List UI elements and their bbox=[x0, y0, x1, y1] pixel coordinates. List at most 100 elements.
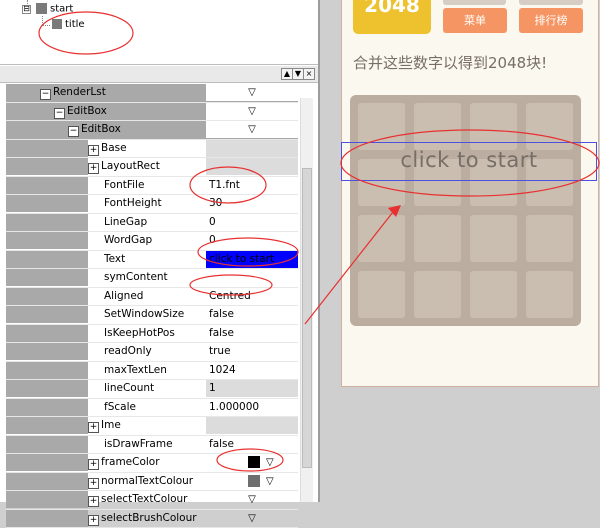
property-row[interactable]: symContent bbox=[6, 269, 298, 288]
property-value[interactable]: ▽ bbox=[206, 121, 298, 138]
expand-icon[interactable]: + bbox=[88, 459, 99, 470]
board-cell bbox=[414, 271, 461, 318]
property-name: symContent bbox=[104, 269, 168, 286]
property-label: EditBox bbox=[81, 123, 121, 135]
dropdown-icon[interactable]: ▽ bbox=[248, 106, 256, 117]
property-row[interactable]: WordGap0 bbox=[6, 232, 298, 251]
property-row[interactable]: LineGap 0 bbox=[6, 214, 298, 233]
property-row[interactable]: −EditBox ▽ bbox=[6, 121, 298, 140]
property-label: fScale bbox=[104, 401, 136, 413]
close-button[interactable]: × bbox=[303, 68, 315, 80]
property-value[interactable]: T1.fnt bbox=[206, 177, 298, 194]
property-row[interactable]: +selectTextColour ▽ bbox=[6, 491, 298, 510]
property-row[interactable]: +Base bbox=[6, 140, 298, 159]
property-row[interactable]: Textclick to start bbox=[6, 251, 298, 270]
board-cell bbox=[526, 271, 573, 318]
collapse-icon[interactable]: − bbox=[54, 108, 65, 119]
property-row[interactable]: FontHeight30 bbox=[6, 195, 298, 214]
property-value[interactable]: 0 bbox=[206, 214, 298, 231]
expand-icon[interactable]: + bbox=[88, 515, 99, 526]
color-swatch[interactable] bbox=[248, 475, 260, 487]
property-name: Aligned bbox=[104, 288, 143, 305]
tree-node-title[interactable]: title bbox=[52, 19, 85, 31]
collapse-icon[interactable]: − bbox=[68, 126, 79, 137]
property-value[interactable]: true bbox=[206, 343, 298, 360]
dropdown-icon[interactable]: ▽ bbox=[266, 457, 274, 468]
property-row[interactable]: −RenderLst ▽ bbox=[6, 84, 298, 103]
row-indent bbox=[6, 177, 88, 194]
property-value[interactable]: 30 bbox=[206, 195, 298, 212]
property-name: LineGap bbox=[104, 214, 147, 231]
property-row[interactable]: +frameColor ▽ bbox=[6, 454, 298, 473]
property-name: +LayoutRect bbox=[88, 158, 160, 175]
collapse-icon[interactable]: ⊟ bbox=[22, 5, 31, 14]
property-value[interactable]: ▽ bbox=[206, 84, 298, 101]
property-row[interactable]: −EditBox ▽ bbox=[6, 103, 298, 122]
property-value[interactable] bbox=[206, 417, 298, 434]
score-tile: 2048 bbox=[353, 0, 431, 34]
property-value[interactable] bbox=[206, 140, 298, 157]
color-swatch[interactable] bbox=[248, 456, 260, 468]
dropdown-icon[interactable]: ▽ bbox=[248, 87, 256, 98]
property-value[interactable]: false bbox=[206, 306, 298, 323]
property-row[interactable]: +normalTextColour▽ bbox=[6, 473, 298, 492]
property-label: frameColor bbox=[101, 456, 160, 468]
property-row[interactable]: +selectBrushColour ▽ bbox=[6, 510, 298, 528]
property-name: FontFile bbox=[104, 177, 144, 194]
game-subtitle: 合并这些数字以得到2048块! bbox=[353, 52, 547, 73]
expand-icon[interactable]: + bbox=[88, 478, 99, 489]
property-row[interactable]: lineCount1 bbox=[6, 380, 298, 399]
game-board[interactable] bbox=[350, 95, 581, 326]
property-label: EditBox bbox=[67, 105, 107, 117]
dropdown-icon[interactable]: ▽ bbox=[248, 513, 256, 524]
tree-node-start[interactable]: start bbox=[36, 3, 73, 16]
property-scrollbar[interactable] bbox=[300, 98, 313, 502]
property-value[interactable] bbox=[206, 158, 298, 175]
property-label: Aligned bbox=[104, 290, 143, 302]
property-value[interactable]: Centred bbox=[206, 288, 298, 305]
property-value[interactable]: 0 bbox=[206, 232, 298, 249]
property-name: +selectTextColour bbox=[88, 491, 188, 508]
property-value[interactable]: 1024 bbox=[206, 362, 298, 379]
dropdown-icon[interactable]: ▽ bbox=[266, 476, 274, 487]
property-name: +Base bbox=[88, 140, 127, 157]
property-row[interactable]: fScale 1.000000 bbox=[6, 399, 298, 418]
property-value[interactable]: ▽ bbox=[206, 510, 298, 527]
property-value[interactable]: ▽ bbox=[206, 491, 298, 508]
property-row[interactable]: Aligned Centred bbox=[6, 288, 298, 307]
expand-icon[interactable]: + bbox=[88, 163, 99, 174]
property-row[interactable]: SetWindowSizefalse bbox=[6, 306, 298, 325]
rank-button[interactable]: 排行榜 bbox=[519, 8, 583, 33]
property-name: +selectBrushColour bbox=[88, 510, 197, 527]
property-value[interactable] bbox=[206, 269, 298, 286]
property-row[interactable]: maxTextLen1024 bbox=[6, 362, 298, 381]
property-value[interactable]: 1.000000 bbox=[206, 399, 298, 416]
row-indent bbox=[6, 436, 88, 453]
expand-icon[interactable]: + bbox=[88, 145, 99, 156]
menu-button[interactable]: 菜单 bbox=[443, 8, 507, 33]
property-value[interactable]: 1 bbox=[206, 380, 298, 397]
expand-icon[interactable]: + bbox=[88, 422, 99, 433]
property-row[interactable]: +Ime bbox=[6, 417, 298, 436]
property-row[interactable]: readOnlytrue bbox=[6, 343, 298, 362]
property-row[interactable]: +LayoutRect bbox=[6, 158, 298, 177]
property-label: selectTextColour bbox=[101, 493, 188, 505]
board-cell bbox=[526, 215, 573, 262]
property-value[interactable]: false bbox=[206, 325, 298, 342]
property-value[interactable]: click to start bbox=[206, 251, 298, 268]
dropdown-icon[interactable]: ▽ bbox=[248, 124, 256, 135]
property-value[interactable]: false bbox=[206, 436, 298, 453]
property-grid: −RenderLst▽−EditBox▽−EditBox▽+Base+Layou… bbox=[6, 84, 298, 528]
property-row[interactable]: IsKeepHotPosfalse bbox=[6, 325, 298, 344]
property-row[interactable]: FontFile T1.fnt bbox=[6, 177, 298, 196]
dropdown-icon[interactable]: ▽ bbox=[248, 494, 256, 505]
property-name: −RenderLst bbox=[40, 84, 106, 101]
property-value[interactable]: ▽ bbox=[206, 454, 298, 471]
click-to-start-text[interactable]: click to start bbox=[341, 142, 597, 181]
board-cell bbox=[414, 215, 461, 262]
property-value[interactable]: ▽ bbox=[206, 473, 298, 490]
property-value[interactable]: ▽ bbox=[206, 103, 298, 120]
scrollbar-thumb[interactable] bbox=[302, 168, 312, 468]
collapse-icon[interactable]: − bbox=[40, 89, 51, 100]
property-row[interactable]: isDrawFramefalse bbox=[6, 436, 298, 455]
